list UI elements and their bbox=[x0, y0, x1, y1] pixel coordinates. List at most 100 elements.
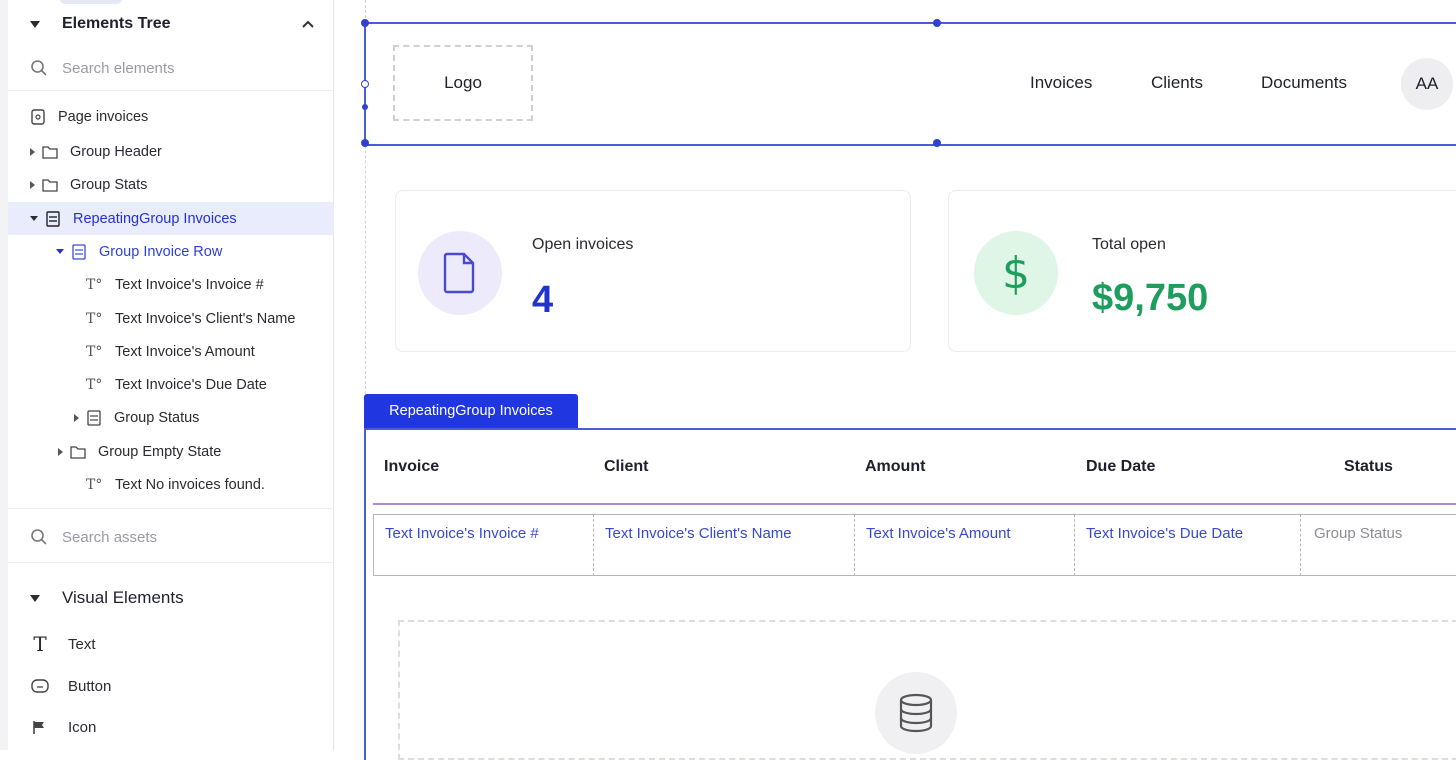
button-icon bbox=[30, 678, 50, 694]
visual-elements-header[interactable]: Visual Elements bbox=[30, 588, 184, 608]
expand-arrow-icon[interactable] bbox=[74, 413, 79, 422]
cell-amount[interactable]: Text Invoice's Amount bbox=[866, 525, 1011, 542]
text-icon: T° bbox=[86, 310, 103, 327]
column-header-invoice: Invoice bbox=[384, 458, 440, 475]
collapse-caret-icon[interactable] bbox=[30, 20, 40, 28]
tree-item-label: Group Empty State bbox=[98, 443, 222, 460]
cell-divider bbox=[1300, 514, 1301, 576]
tree-item-label: Text Invoice's Client's Name bbox=[115, 310, 296, 327]
cell-due-date[interactable]: Text Invoice's Due Date bbox=[1086, 525, 1243, 542]
resize-handle[interactable] bbox=[933, 139, 941, 147]
text-icon: T° bbox=[86, 276, 103, 293]
divider bbox=[8, 508, 332, 509]
folder-icon bbox=[42, 177, 58, 193]
stat-card-total-open[interactable]: $ Total open $9,750 bbox=[948, 190, 1456, 352]
resize-handle[interactable] bbox=[361, 80, 369, 88]
visual-item-icon[interactable]: Icon bbox=[30, 715, 96, 739]
visual-item-button[interactable]: Button bbox=[30, 674, 111, 698]
text-icon: T° bbox=[86, 376, 103, 393]
folder-icon bbox=[70, 444, 86, 460]
database-icon-circle bbox=[875, 672, 957, 754]
tree-item-label: Page invoices bbox=[58, 108, 149, 125]
tree-item-label: Text Invoice's Due Date bbox=[115, 376, 267, 393]
visual-item-label: Icon bbox=[68, 718, 97, 736]
stat-card-open-invoices[interactable]: Open invoices 4 bbox=[395, 190, 911, 352]
tree-item-group-header[interactable]: Group Header bbox=[8, 135, 354, 168]
expand-arrow-icon[interactable] bbox=[30, 180, 35, 189]
column-header-due-date: Due Date bbox=[1086, 458, 1156, 475]
expand-arrow-icon[interactable] bbox=[30, 147, 35, 156]
collapse-arrow-icon[interactable] bbox=[30, 216, 38, 221]
open-invoices-value: 4 bbox=[532, 279, 554, 321]
visual-elements-title: Visual Elements bbox=[62, 588, 184, 607]
nav-clients[interactable]: Clients bbox=[1151, 73, 1203, 93]
tree-item-label: Group Stats bbox=[70, 176, 148, 193]
resize-handle[interactable] bbox=[362, 104, 368, 110]
elements-sidebar: Elements Tree Search elements Page invoi… bbox=[0, 0, 354, 750]
text-icon: T° bbox=[86, 476, 103, 493]
cell-divider bbox=[1074, 514, 1075, 576]
search-icon bbox=[31, 529, 47, 545]
logo-placeholder[interactable]: Logo bbox=[393, 45, 533, 121]
group-icon bbox=[86, 409, 102, 426]
column-header-status: Status bbox=[1344, 458, 1393, 475]
search-elements-field[interactable]: Search elements bbox=[30, 56, 175, 80]
tree-item-label: RepeatingGroup Invoices bbox=[73, 210, 237, 227]
tree-item-label: Group Header bbox=[70, 143, 162, 160]
database-icon bbox=[899, 693, 933, 733]
search-assets-field[interactable]: Search assets bbox=[30, 525, 157, 549]
resize-handle[interactable] bbox=[361, 19, 369, 27]
total-open-label: Total open bbox=[1092, 236, 1166, 253]
search-elements-input[interactable]: Search elements bbox=[62, 60, 175, 77]
document-icon bbox=[443, 252, 475, 294]
tree-item-page-invoices[interactable]: Page invoices bbox=[8, 100, 354, 133]
cell-group-status[interactable]: Group Status bbox=[1314, 525, 1402, 542]
header-divider bbox=[373, 503, 1456, 505]
tree-item-label: Group Status bbox=[114, 409, 200, 426]
tree-item-group-stats[interactable]: Group Stats bbox=[8, 168, 354, 201]
cell-invoice-number[interactable]: Text Invoice's Invoice # bbox=[385, 525, 539, 542]
visual-item-text[interactable]: T Text bbox=[30, 632, 96, 656]
divider bbox=[8, 562, 332, 563]
elements-tree-header[interactable]: Elements Tree bbox=[30, 14, 171, 34]
repeatinggroup-tab[interactable]: RepeatingGroup Invoices bbox=[364, 394, 578, 428]
cell-client-name[interactable]: Text Invoice's Client's Name bbox=[605, 525, 792, 542]
elements-tree-title: Elements Tree bbox=[62, 15, 171, 32]
flag-icon bbox=[30, 719, 50, 735]
sidebar-rail bbox=[0, 0, 8, 750]
document-icon-circle bbox=[418, 231, 502, 315]
sidebar-top-tab[interactable] bbox=[60, 0, 122, 4]
expand-arrow-icon[interactable] bbox=[58, 447, 63, 456]
tree-item-repeatinggroup-invoices[interactable]: RepeatingGroup Invoices bbox=[8, 202, 354, 235]
tree-item-label: Group Invoice Row bbox=[99, 243, 223, 260]
resize-handle[interactable] bbox=[933, 19, 941, 27]
total-open-value: $9,750 bbox=[1092, 277, 1209, 319]
tree-item-label: Text No invoices found. bbox=[115, 476, 265, 493]
tree-item-label: Text Invoice's Invoice # bbox=[115, 276, 264, 293]
tree-item-group-invoice-row[interactable]: Group Invoice Row bbox=[8, 235, 380, 268]
tree-item-group-empty-state[interactable]: Group Empty State bbox=[8, 435, 382, 468]
open-invoices-label: Open invoices bbox=[532, 236, 634, 253]
dollar-icon: $ bbox=[1002, 247, 1030, 299]
collapse-arrow-icon[interactable] bbox=[56, 249, 64, 254]
text-icon: T bbox=[33, 632, 47, 656]
repeating-group-icon bbox=[45, 210, 61, 227]
nav-documents[interactable]: Documents bbox=[1261, 73, 1347, 93]
search-assets-input[interactable]: Search assets bbox=[62, 529, 157, 546]
group-icon bbox=[71, 243, 87, 260]
tree-item-label: Text Invoice's Amount bbox=[115, 343, 255, 360]
cell-divider bbox=[593, 514, 594, 576]
visual-item-label: Text bbox=[68, 635, 96, 653]
search-icon bbox=[31, 60, 47, 76]
column-header-client: Client bbox=[604, 458, 649, 475]
chevron-up-icon[interactable] bbox=[300, 17, 316, 31]
collapse-caret-icon[interactable] bbox=[30, 594, 40, 602]
resize-handle[interactable] bbox=[361, 139, 369, 147]
table-row[interactable] bbox=[373, 514, 1456, 576]
folder-icon bbox=[42, 144, 58, 160]
nav-invoices[interactable]: Invoices bbox=[1030, 73, 1092, 93]
page-icon bbox=[30, 108, 46, 125]
visual-item-label: Button bbox=[68, 677, 112, 695]
avatar[interactable]: AA bbox=[1401, 58, 1453, 110]
column-header-amount: Amount bbox=[865, 458, 926, 475]
